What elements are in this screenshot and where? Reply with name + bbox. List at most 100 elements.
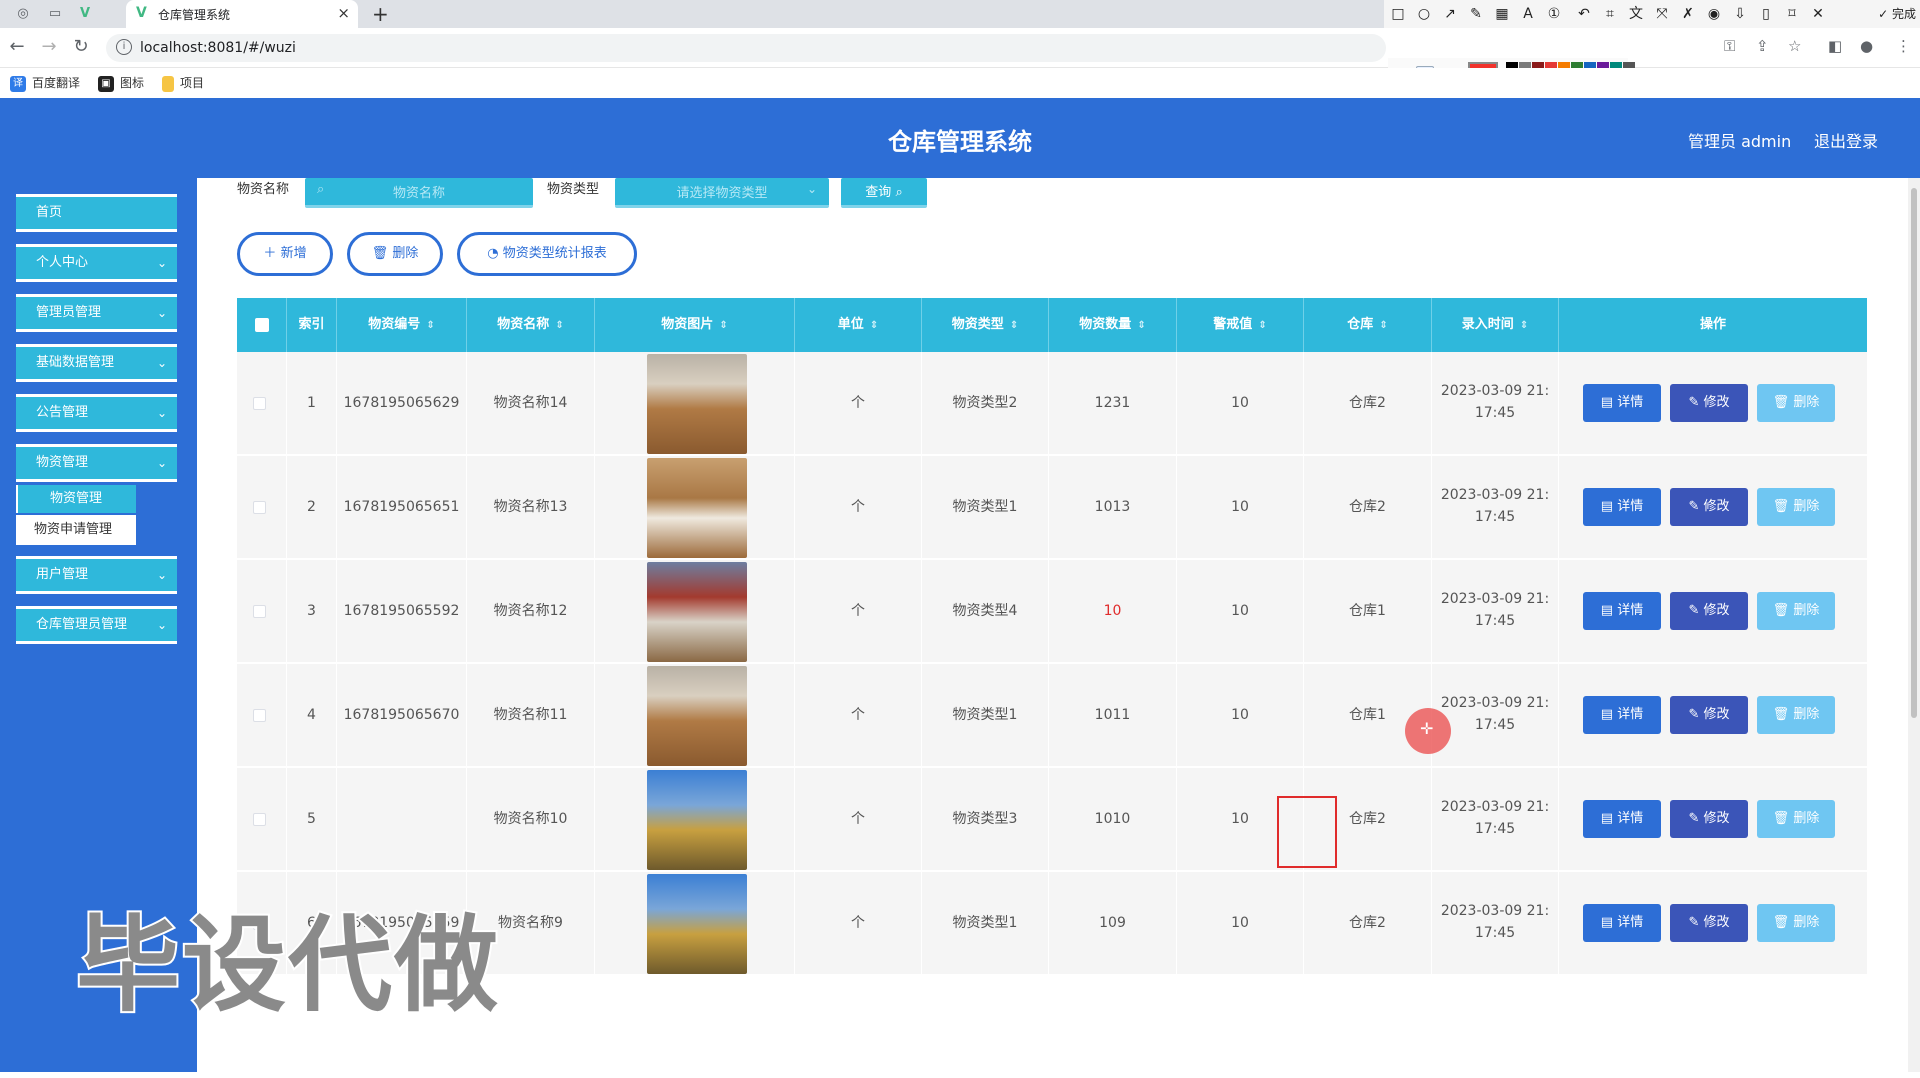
sort-icon[interactable]: ⇕ xyxy=(1258,320,1266,331)
edit-button[interactable]: ✎ 修改 xyxy=(1670,488,1748,526)
batch-delete-button[interactable]: 🗑 删除 xyxy=(347,232,443,276)
delete-button[interactable]: 🗑 删除 xyxy=(1757,800,1835,838)
sort-icon[interactable]: ⇕ xyxy=(719,320,727,331)
globe-icon[interactable]: ◎ xyxy=(14,5,32,23)
edit-button[interactable]: ✎ 修改 xyxy=(1670,696,1748,734)
type-report-button[interactable]: ◔ 物资类型统计报表 xyxy=(457,232,637,276)
row-checkbox[interactable] xyxy=(253,605,266,618)
sort-icon[interactable]: ⇕ xyxy=(1520,320,1528,331)
number-tool-icon[interactable]: ① xyxy=(1544,4,1564,24)
sort-icon[interactable]: ⇕ xyxy=(555,320,563,331)
delete-button[interactable]: 🗑 删除 xyxy=(1757,592,1835,630)
sidebar-item-basedata[interactable]: 基础数据管理 ⌄ xyxy=(16,344,177,382)
select-all-checkbox[interactable] xyxy=(255,318,269,332)
star-icon[interactable]: ☆ xyxy=(1788,37,1801,55)
bookmark-project[interactable]: 项目 xyxy=(162,74,204,92)
delete-button[interactable]: 🗑 删除 xyxy=(1757,904,1835,942)
key-icon[interactable]: ⚿ xyxy=(1724,37,1735,55)
ocr-tool-icon[interactable]: 文 xyxy=(1626,4,1646,24)
close-tool-icon[interactable]: ✕ xyxy=(1808,4,1828,24)
text-tool-icon[interactable]: A xyxy=(1518,4,1538,24)
detail-button[interactable]: ▤ 详情 xyxy=(1583,800,1661,838)
sort-icon[interactable]: ⇕ xyxy=(870,320,878,331)
pin-tool-icon[interactable]: ✗ xyxy=(1678,4,1698,24)
vue-pinned-tab-icon[interactable]: V xyxy=(76,5,94,23)
detail-button[interactable]: ▤ 详情 xyxy=(1583,592,1661,630)
new-tab-button[interactable]: + xyxy=(372,2,389,26)
tab-close-icon[interactable]: × xyxy=(337,4,350,22)
edit-button[interactable]: ✎ 修改 xyxy=(1670,384,1748,422)
info-icon[interactable]: i xyxy=(116,39,132,55)
detail-button[interactable]: ▤ 详情 xyxy=(1583,904,1661,942)
sidebar-item-home[interactable]: 首页 xyxy=(16,194,177,232)
material-image[interactable] xyxy=(647,770,747,870)
column-header[interactable]: 物资编号 ⇕ xyxy=(337,298,467,352)
mosaic-tool-icon[interactable]: ▦ xyxy=(1492,4,1512,24)
record-tool-icon[interactable]: ◉ xyxy=(1704,4,1724,24)
edit-button[interactable]: ✎ 修改 xyxy=(1670,800,1748,838)
pinned-tab-icon[interactable]: ▭ xyxy=(46,5,64,23)
column-header[interactable]: 物资名称 ⇕ xyxy=(467,298,595,352)
delete-button[interactable]: 🗑 删除 xyxy=(1757,488,1835,526)
material-image[interactable] xyxy=(647,874,747,974)
sidebar-subitem-material-requests[interactable]: 物资申请管理 xyxy=(16,515,136,545)
material-image[interactable] xyxy=(647,562,747,662)
sidebar-item-profile[interactable]: 个人中心 ⌄ xyxy=(16,244,177,282)
add-button[interactable]: ＋ 新增 xyxy=(237,232,333,276)
arrow-tool-icon[interactable]: ↗ xyxy=(1440,4,1460,24)
sort-icon[interactable]: ⇕ xyxy=(1379,320,1387,331)
rectangle-tool-icon[interactable]: □ xyxy=(1388,4,1408,24)
sort-icon[interactable]: ⇕ xyxy=(1010,320,1018,331)
sidepanel-icon[interactable]: ◧ xyxy=(1828,37,1842,55)
edit-button[interactable]: ✎ 修改 xyxy=(1670,904,1748,942)
row-checkbox[interactable] xyxy=(253,397,266,410)
sidebar-item-warehouse-admins[interactable]: 仓库管理员管理 ⌄ xyxy=(16,606,177,644)
detail-button[interactable]: ▤ 详情 xyxy=(1583,696,1661,734)
row-checkbox[interactable] xyxy=(253,813,266,826)
sort-icon[interactable]: ⇕ xyxy=(1137,320,1145,331)
download-icon[interactable]: ⇩ xyxy=(1730,4,1750,24)
bookmark-tool-icon[interactable]: ⌑ xyxy=(1782,4,1802,24)
query-button[interactable]: 查询 ⌕ xyxy=(841,178,927,208)
material-image[interactable] xyxy=(647,458,747,558)
back-icon[interactable]: ← xyxy=(6,36,28,58)
column-header[interactable]: 单位 ⇕ xyxy=(795,298,922,352)
delete-button[interactable]: 🗑 删除 xyxy=(1757,696,1835,734)
column-header[interactable]: 物资数量 ⇕ xyxy=(1049,298,1177,352)
pen-tool-icon[interactable]: ✎ xyxy=(1466,4,1486,24)
translate-tool-icon[interactable]: ⤧ xyxy=(1652,4,1672,24)
bookmark-baidu-translate[interactable]: 译百度翻译 xyxy=(10,74,80,92)
page-scrollbar[interactable] xyxy=(1908,178,1920,1072)
phone-icon[interactable]: ▯ xyxy=(1756,4,1776,24)
row-checkbox[interactable] xyxy=(253,709,266,722)
sidebar-item-notices[interactable]: 公告管理 ⌄ xyxy=(16,394,177,432)
sidebar-subitem-materials[interactable]: 物资管理 xyxy=(16,485,136,513)
logout-link[interactable]: 退出登录 xyxy=(1814,128,1878,152)
edit-button[interactable]: ✎ 修改 xyxy=(1670,592,1748,630)
sidebar-item-materials[interactable]: 物资管理 ⌄ xyxy=(16,444,177,482)
profile-icon[interactable]: ● xyxy=(1860,37,1873,55)
material-image[interactable] xyxy=(647,354,747,454)
annotation-done-button[interactable]: ✓ 完成 xyxy=(1878,5,1916,22)
row-checkbox[interactable] xyxy=(253,501,266,514)
menu-icon[interactable]: ⋮ xyxy=(1896,37,1911,55)
column-header[interactable]: 物资类型 ⇕ xyxy=(922,298,1049,352)
column-header[interactable]: 警戒值 ⇕ xyxy=(1177,298,1304,352)
column-header[interactable]: 录入时间 ⇕ xyxy=(1432,298,1559,352)
column-header[interactable]: 仓库 ⇕ xyxy=(1304,298,1432,352)
delete-button[interactable]: 🗑 删除 xyxy=(1757,384,1835,422)
search-name-input[interactable]: ⌕ 物资名称 xyxy=(305,178,533,208)
detail-button[interactable]: ▤ 详情 xyxy=(1583,384,1661,422)
header-select-all[interactable] xyxy=(237,298,287,352)
detail-button[interactable]: ▤ 详情 xyxy=(1583,488,1661,526)
material-image[interactable] xyxy=(647,666,747,766)
scrollbar-thumb[interactable] xyxy=(1911,188,1917,718)
bookmark-icons[interactable]: ▣ 图标 xyxy=(98,74,144,92)
reload-icon[interactable]: ↻ xyxy=(70,36,92,58)
sidebar-item-admins[interactable]: 管理员管理 ⌄ xyxy=(16,294,177,332)
search-type-select[interactable]: 请选择物资类型 ⌄ xyxy=(615,178,829,208)
sidebar-item-users[interactable]: 用户管理 ⌄ xyxy=(16,556,177,594)
share-icon[interactable]: ⇪ xyxy=(1756,37,1769,55)
column-header[interactable]: 物资图片 ⇕ xyxy=(595,298,795,352)
forward-icon[interactable]: → xyxy=(38,36,60,58)
